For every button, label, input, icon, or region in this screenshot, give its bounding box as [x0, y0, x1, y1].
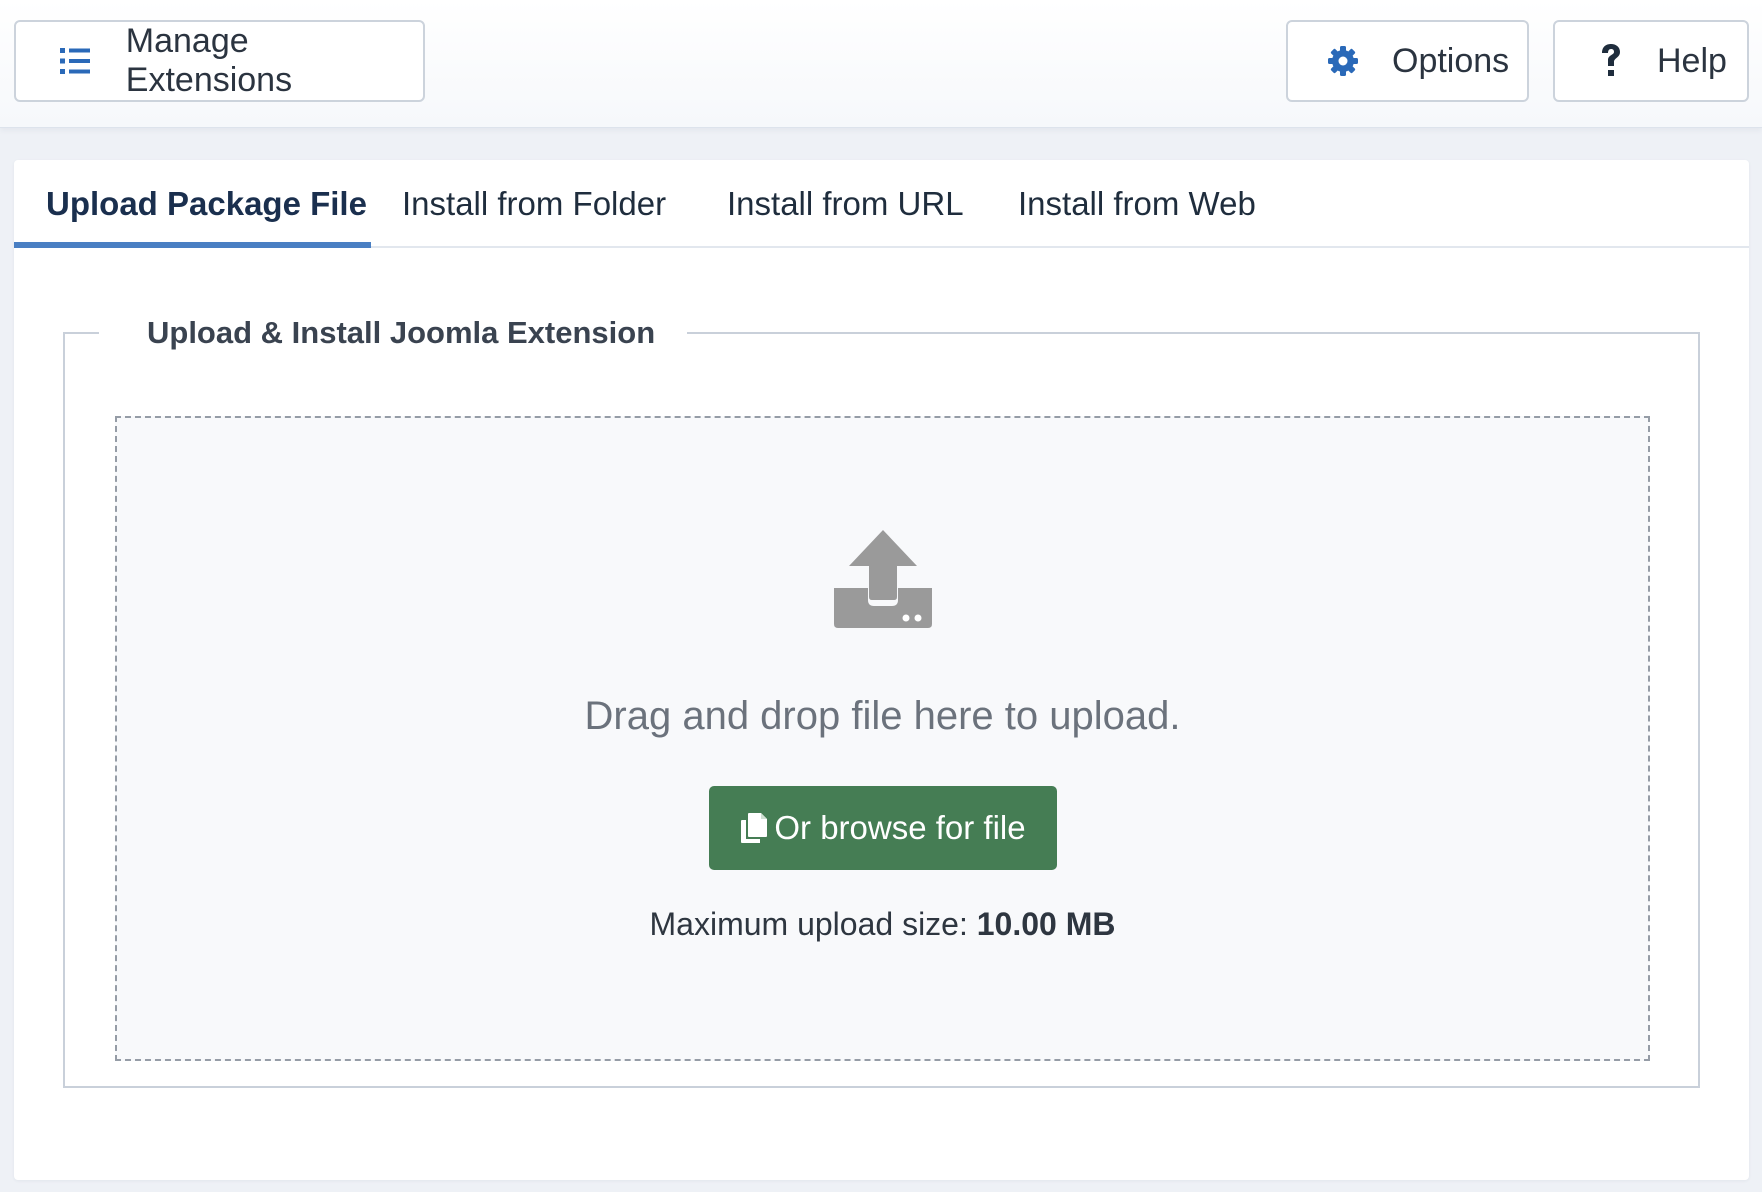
browse-file-button[interactable]: Or browse for file [709, 786, 1057, 870]
tab-install-from-folder[interactable]: Install from Folder [402, 160, 666, 248]
help-button[interactable]: Help [1553, 20, 1749, 102]
upload-dropzone[interactable]: Drag and drop file here to upload. Or br… [115, 416, 1650, 1061]
manage-extensions-label: Manage Extensions [125, 22, 293, 99]
help-label: Help [1657, 41, 1727, 80]
fieldset-legend: Upload & Install Joomla Extension [99, 310, 688, 356]
options-label: Options [1392, 41, 1510, 80]
copy-icon [740, 812, 768, 844]
tab-upload-package-file[interactable]: Upload Package File [14, 160, 371, 248]
gear-icon [1324, 45, 1362, 77]
tab-bar: Upload Package File Install from Folder … [14, 160, 1749, 248]
options-button[interactable]: Options [1286, 20, 1529, 102]
max-upload-label: Maximum upload size: [649, 906, 968, 942]
toolbar: Manage Extensions Options Help [0, 0, 1762, 128]
list-icon [52, 48, 98, 74]
browse-file-label: Or browse for file [774, 809, 1026, 846]
tab-install-from-web[interactable]: Install from Web [1018, 160, 1256, 248]
tab-install-from-url[interactable]: Install from URL [727, 160, 964, 248]
question-icon [1595, 43, 1627, 79]
drag-drop-text: Drag and drop file here to upload. [584, 694, 1181, 738]
max-upload-size: Maximum upload size: 10.00 MB [117, 906, 1648, 943]
upload-icon [832, 528, 932, 628]
upload-fieldset: Upload & Install Joomla Extension Drag a… [63, 310, 1700, 1088]
installer-panel: Upload Package File Install from Folder … [14, 160, 1749, 1180]
max-upload-value: 10.00 MB [976, 906, 1116, 942]
manage-extensions-button[interactable]: Manage Extensions [14, 20, 425, 102]
